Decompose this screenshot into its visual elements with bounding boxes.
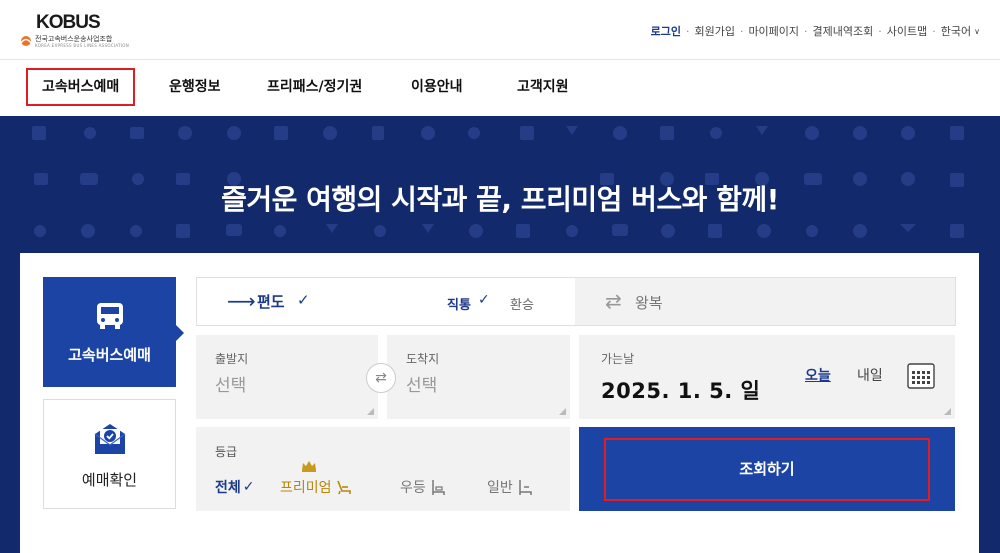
- separator-dot: ·: [739, 24, 744, 38]
- tomorrow-button[interactable]: 내일: [857, 365, 883, 385]
- departure-field[interactable]: 출발지 선택: [196, 335, 378, 419]
- oneway-label: 편도: [257, 293, 285, 311]
- trip-type-selector: ⟶ 편도 ✓ 직통 ✓ 환승 ⇄ 왕복: [196, 277, 956, 326]
- chevron-down-icon: ∨: [974, 26, 980, 36]
- grade-option-normal[interactable]: 일반: [487, 477, 534, 497]
- tab-reservation-check[interactable]: 예매확인: [43, 399, 176, 509]
- mypage-link[interactable]: 마이페이지: [748, 23, 799, 39]
- transfer-option[interactable]: 환승: [510, 294, 534, 313]
- grade-option-premium[interactable]: 프리미엄: [280, 477, 353, 497]
- checkmark-icon: ✓: [242, 479, 255, 495]
- separator-dot: ·: [932, 24, 936, 38]
- departure-label: 출발지: [215, 352, 249, 366]
- login-link[interactable]: 로그인: [651, 23, 681, 39]
- date-label: 가는날: [601, 352, 635, 366]
- ticket-check-icon: [94, 424, 126, 454]
- arrival-label: 도착지: [406, 352, 440, 366]
- logo-org-name-en: KOREA EXPRESS BUS LINES ASSOCIATION: [35, 43, 130, 48]
- oneway-option[interactable]: ⟶ 편도 ✓ 직통 ✓ 환승: [197, 278, 575, 325]
- signup-link[interactable]: 회원가입: [694, 23, 734, 39]
- grade-selector: 등급 전체 ✓ 프리미엄 우등 일반: [196, 427, 570, 511]
- nav-item-bus-booking[interactable]: 고속버스예매: [26, 68, 136, 106]
- grade-option-all[interactable]: 전체 ✓: [215, 477, 255, 497]
- top-header: KOBUS 전국고속버스운송사업조합 KOREA EXPRESS BUS LIN…: [0, 0, 1000, 60]
- roundtrip-option[interactable]: ⇄ 왕복: [575, 278, 955, 325]
- checkmark-icon: ✓: [478, 292, 490, 308]
- hero-headline: 즐거운 여행의 시작과 끝, 프리미엄 버스와 함께!: [221, 183, 779, 216]
- language-select[interactable]: 한국어: [941, 23, 971, 39]
- tab-reservation-check-label: 예매확인: [81, 471, 138, 489]
- active-tab-pointer: [176, 325, 184, 341]
- corner-indicator: [559, 408, 566, 415]
- calendar-icon[interactable]: [907, 362, 935, 390]
- logo-wordmark: KOBUS: [36, 12, 101, 33]
- separator-dot: ·: [685, 24, 690, 38]
- kobus-logo[interactable]: KOBUS 전국고속버스운송사업조합 KOREA EXPRESS BUS LIN…: [20, 12, 129, 52]
- nav-item-freepass[interactable]: 프리패스/정기권: [267, 68, 362, 106]
- direct-option[interactable]: 직통: [447, 294, 471, 313]
- crown-icon: [302, 461, 316, 472]
- utility-links: 로그인 · 회원가입 · 마이페이지 · 결제내역조회 · 사이트맵 · 한국어…: [651, 23, 980, 39]
- swap-arrows-icon: ⇄: [375, 370, 387, 386]
- grade-excellent-label: 우등: [400, 480, 426, 496]
- sitemap-link[interactable]: 사이트맵: [887, 23, 927, 39]
- grade-normal-label: 일반: [487, 480, 513, 496]
- arrival-value: 선택: [406, 376, 438, 396]
- date-value: 2025. 1. 5. 일: [601, 379, 761, 403]
- tab-bus-booking-label: 고속버스예매: [68, 346, 151, 364]
- logo-mark-icon: [20, 36, 32, 46]
- tab-bus-booking[interactable]: 고속버스예매: [43, 277, 184, 387]
- kobus-page: KOBUS 전국고속버스운송사업조합 KOREA EXPRESS BUS LIN…: [0, 0, 1000, 553]
- departure-value: 선택: [215, 376, 247, 396]
- main-navigation: 고속버스예매 운행정보 프리패스/정기권 이용안내 고객지원: [0, 60, 1000, 116]
- separator-dot: ·: [804, 24, 808, 38]
- hero-section: 즐거운 여행의 시작과 끝, 프리미엄 버스와 함께! 고속버스예매 예매확인 …: [0, 116, 1000, 553]
- bus-icon: [97, 303, 123, 329]
- grade-label: 등급: [215, 445, 238, 459]
- nav-item-guide[interactable]: 이용안내: [411, 68, 463, 106]
- checkmark-icon: ✓: [297, 291, 310, 309]
- corner-indicator: [367, 408, 374, 415]
- search-area: 조회하기: [579, 427, 955, 511]
- seat-icon: [432, 480, 445, 495]
- today-button[interactable]: 오늘: [805, 365, 831, 385]
- corner-indicator: [944, 408, 951, 415]
- separator-dot: ·: [878, 24, 882, 38]
- search-button[interactable]: 조회하기: [604, 438, 930, 501]
- date-field[interactable]: 가는날 2025. 1. 5. 일 오늘 내일: [579, 335, 955, 419]
- arrival-field[interactable]: 도착지 선택: [387, 335, 570, 419]
- arrow-right-icon: ⟶: [227, 289, 256, 313]
- swap-arrows-icon: ⇄: [605, 289, 622, 313]
- nav-item-support[interactable]: 고객지원: [517, 68, 569, 106]
- grade-premium-label: 프리미엄: [280, 480, 332, 496]
- payment-history-link[interactable]: 결제내역조회: [813, 23, 874, 39]
- nav-item-schedule[interactable]: 운행정보: [169, 68, 221, 106]
- roundtrip-label: 왕복: [635, 294, 663, 312]
- swap-route-button[interactable]: ⇄: [366, 363, 396, 393]
- grade-all-label: 전체: [215, 480, 241, 496]
- seat-icon: [519, 480, 532, 495]
- seat-icon: [336, 480, 351, 495]
- grade-option-excellent[interactable]: 우등: [400, 477, 447, 497]
